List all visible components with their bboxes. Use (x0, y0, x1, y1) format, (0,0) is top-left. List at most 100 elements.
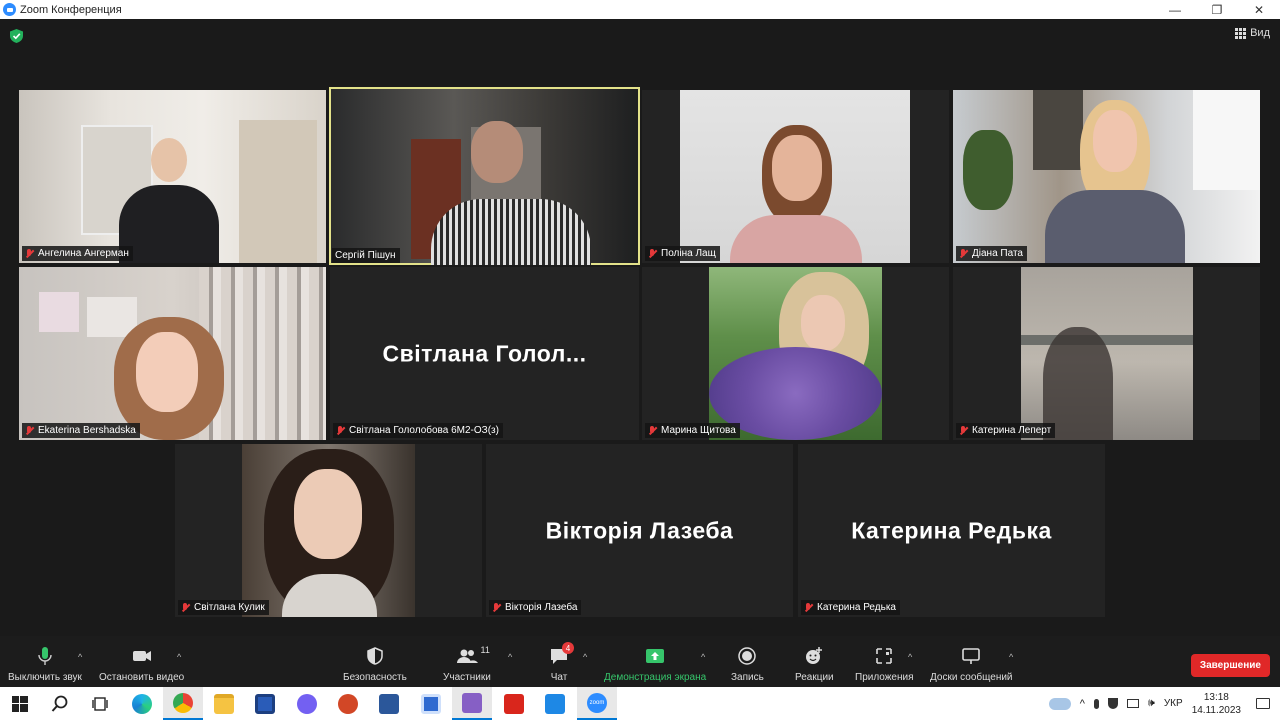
minimize-button[interactable]: — (1154, 0, 1196, 19)
edge-icon (132, 693, 152, 714)
meeting-toolbar: Выключить звук ^ Остановить видео ^ Безо… (0, 636, 1280, 687)
start-button[interactable] (0, 687, 40, 720)
chat-icon: 4 (548, 642, 574, 667)
participant-display-name: Вікторія Лазеба (545, 517, 734, 543)
whiteboard-options-caret[interactable]: ^ (1009, 652, 1013, 662)
participant-name-label: Ангелина Ангерман (22, 246, 133, 261)
taskbar-paint-app[interactable] (535, 687, 575, 720)
muted-mic-icon (25, 248, 34, 259)
participant-tile[interactable]: Діана Пата (953, 90, 1260, 263)
muted-mic-icon (648, 425, 657, 436)
weather-cloud-icon[interactable] (1048, 697, 1071, 710)
chat-unread-badge: 4 (562, 642, 574, 654)
close-button[interactable]: ✕ (1238, 0, 1280, 19)
apps-icon (876, 648, 893, 664)
taskbar-app[interactable] (411, 687, 451, 720)
volume-icon[interactable]: 🕪 (1148, 697, 1155, 710)
video-options-caret[interactable]: ^ (177, 652, 181, 662)
apps-options-caret[interactable]: ^ (908, 652, 912, 662)
viber-icon (297, 693, 317, 714)
taskbar-word[interactable] (369, 687, 409, 720)
participant-name-label: Вікторія Лазеба (489, 600, 582, 615)
security-button[interactable]: Безопасность (343, 636, 407, 687)
system-tray: ^ 🕪 УКР 13:18 14.11.2023 (1048, 687, 1280, 720)
taskbar-viber[interactable] (287, 687, 327, 720)
chat-options-caret[interactable]: ^ (583, 652, 587, 662)
reactions-smiley-icon (806, 647, 823, 664)
zoom-logo-icon (3, 3, 16, 16)
taskbar-zoom[interactable]: zoom (577, 687, 617, 720)
participant-tile[interactable]: Ангелина Ангерман (19, 90, 326, 263)
microphone-icon (38, 647, 52, 665)
participants-count: 11 (480, 645, 490, 655)
view-button[interactable]: Вид (1235, 27, 1270, 39)
stop-video-button[interactable]: Остановить видео (99, 636, 184, 687)
taskbar-chrome[interactable] (163, 687, 203, 720)
share-options-caret[interactable]: ^ (701, 652, 705, 662)
participant-display-name: Світлана Голол... (382, 340, 587, 366)
muted-mic-icon (959, 248, 968, 259)
muted-mic-icon (336, 425, 345, 436)
participant-tile-no-video[interactable]: Катерина Редька Катерина Редька (798, 444, 1105, 617)
taskbar-acrobat[interactable] (494, 687, 534, 720)
taskbar-powerpoint[interactable] (328, 687, 368, 720)
input-language[interactable]: УКР (1164, 698, 1183, 709)
muted-mic-icon (25, 425, 34, 436)
share-screen-icon (646, 649, 665, 663)
participant-name-label: Катерина Леперт (956, 423, 1056, 438)
microphone-tray-icon[interactable] (1093, 698, 1099, 709)
windows-logo-icon (12, 695, 28, 712)
record-button[interactable]: Запись (731, 636, 764, 687)
participant-name-label: Світлана Гололобова 6М2-ОЗ(з) (333, 423, 503, 438)
defender-shield-icon[interactable] (1107, 698, 1118, 709)
participant-tile[interactable]: Ekaterina Bershadska (19, 267, 326, 440)
participant-video (709, 267, 882, 440)
network-icon[interactable] (1126, 699, 1139, 708)
powerpoint-icon (338, 693, 358, 714)
participant-video (953, 90, 1260, 263)
show-hidden-icons-icon[interactable]: ^ (1080, 698, 1085, 710)
share-screen-button[interactable]: Демонстрация экрана (604, 636, 706, 687)
task-view-button[interactable] (80, 687, 120, 720)
reactions-button[interactable]: Реакции (795, 636, 834, 687)
window-title: Zoom Конференция (20, 3, 122, 16)
taskbar-file-explorer[interactable] (204, 687, 244, 720)
search-button[interactable] (40, 687, 80, 720)
audio-options-caret[interactable]: ^ (78, 652, 82, 662)
participant-name-label: Діана Пата (956, 246, 1027, 261)
participant-tile[interactable]: Світлана Кулик (175, 444, 482, 617)
muted-mic-icon (181, 602, 190, 613)
muted-mic-icon (492, 602, 501, 613)
windows-taskbar: zoom ^ 🕪 УКР 13:18 14.11.2023 (0, 687, 1280, 720)
mute-button[interactable]: Выключить звук (8, 636, 82, 687)
apps-button[interactable]: Приложения (855, 636, 914, 687)
chat-button[interactable]: 4 Чат (548, 636, 574, 687)
taskbar-edge[interactable] (122, 687, 162, 720)
floppy-disk-icon (255, 693, 275, 714)
participant-tile[interactable]: Поліна Лащ (642, 90, 949, 263)
participant-tile-no-video[interactable]: Вікторія Лазеба Вікторія Лазеба (486, 444, 793, 617)
security-shield-icon[interactable] (10, 29, 23, 43)
participants-options-caret[interactable]: ^ (508, 652, 512, 662)
participant-tile[interactable]: Катерина Леперт (953, 267, 1260, 440)
participant-video (242, 444, 415, 617)
whiteboards-button[interactable]: Доски сообщений (930, 636, 1013, 687)
participant-name-label: Катерина Редька (801, 600, 900, 615)
participant-name-label: Світлана Кулик (178, 600, 269, 615)
end-meeting-button[interactable]: Завершение (1190, 654, 1270, 677)
maximize-button[interactable]: ❐ (1196, 0, 1238, 19)
record-icon (738, 647, 757, 665)
task-view-icon (92, 696, 108, 711)
taskbar-visual-app[interactable] (452, 687, 492, 720)
participant-tile-no-video[interactable]: Світлана Голол... Світлана Гололобова 6М… (330, 267, 639, 440)
participants-button[interactable]: 11 Участники (443, 636, 491, 687)
system-clock[interactable]: 13:18 14.11.2023 (1192, 691, 1241, 717)
participant-name-label: Сергій Пішун (332, 248, 400, 263)
participant-tile-active-speaker[interactable]: Сергій Пішун (329, 87, 640, 265)
taskbar-save-app[interactable] (245, 687, 285, 720)
participant-tile[interactable]: Марина Щитова (642, 267, 949, 440)
meeting-area: Вид Ангелина Ангерман Сергій Пішун Полін… (0, 19, 1280, 636)
participants-icon: 11 (456, 645, 490, 667)
muted-mic-icon (804, 602, 813, 613)
notifications-icon[interactable] (1256, 698, 1270, 709)
